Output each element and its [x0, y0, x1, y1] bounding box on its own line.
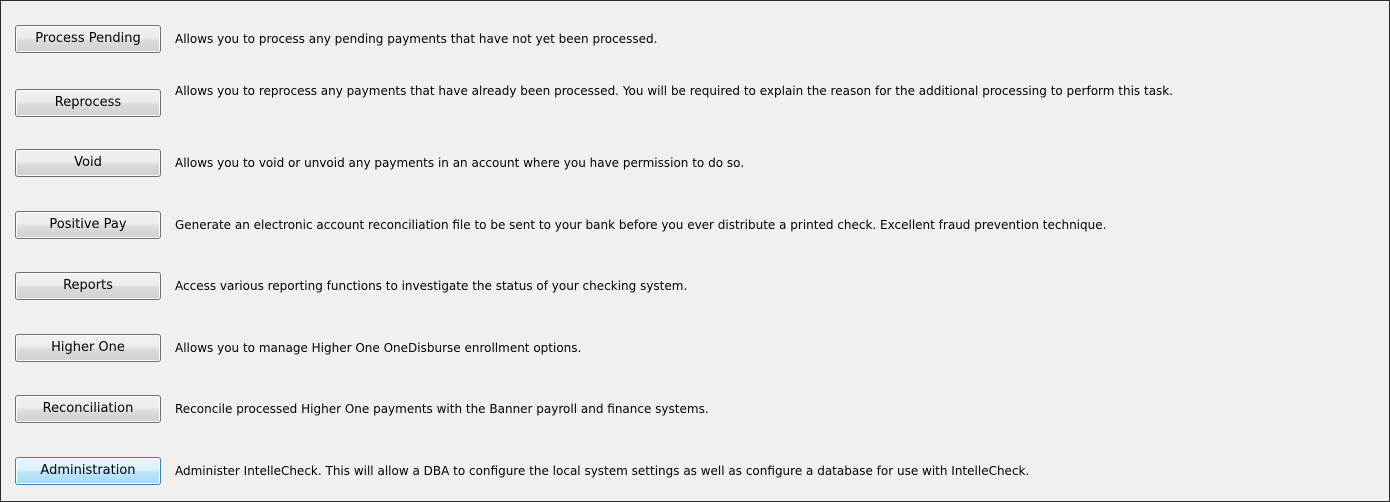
reprocess-description: Allows you to reprocess any payments tha…: [175, 84, 1174, 98]
action-row-void: Void Allows you to void or unvoid any pa…: [15, 149, 1389, 179]
reports-button[interactable]: Reports: [15, 272, 161, 300]
reconciliation-description: Reconcile processed Higher One payments …: [175, 402, 709, 416]
process-pending-button[interactable]: Process Pending: [15, 25, 161, 53]
action-row-process-pending: Process Pending Allows you to process an…: [15, 25, 1389, 55]
reconciliation-button[interactable]: Reconciliation: [15, 395, 161, 423]
action-row-positive-pay: Positive Pay Generate an electronic acco…: [15, 211, 1389, 241]
void-button[interactable]: Void: [15, 149, 161, 177]
action-row-higher-one: Higher One Allows you to manage Higher O…: [15, 334, 1389, 364]
higher-one-button[interactable]: Higher One: [15, 334, 161, 362]
administration-description: Administer IntelleCheck. This will allow…: [175, 464, 1030, 478]
reprocess-button[interactable]: Reprocess: [15, 89, 161, 117]
action-row-administration: Administration Administer IntelleCheck. …: [15, 457, 1389, 487]
action-row-reconciliation: Reconciliation Reconcile processed Highe…: [15, 395, 1389, 425]
action-row-reports: Reports Access various reporting functio…: [15, 272, 1389, 302]
higher-one-description: Allows you to manage Higher One OneDisbu…: [175, 341, 582, 355]
action-row-reprocess: Reprocess Allows you to reprocess any pa…: [15, 84, 1389, 119]
positive-pay-button[interactable]: Positive Pay: [15, 211, 161, 239]
void-description: Allows you to void or unvoid any payment…: [175, 156, 745, 170]
process-pending-description: Allows you to process any pending paymen…: [175, 32, 658, 46]
administration-button[interactable]: Administration: [15, 457, 161, 485]
action-panel: Process Pending Allows you to process an…: [0, 0, 1390, 502]
positive-pay-description: Generate an electronic account reconcili…: [175, 218, 1107, 232]
reports-description: Access various reporting functions to in…: [175, 279, 688, 293]
